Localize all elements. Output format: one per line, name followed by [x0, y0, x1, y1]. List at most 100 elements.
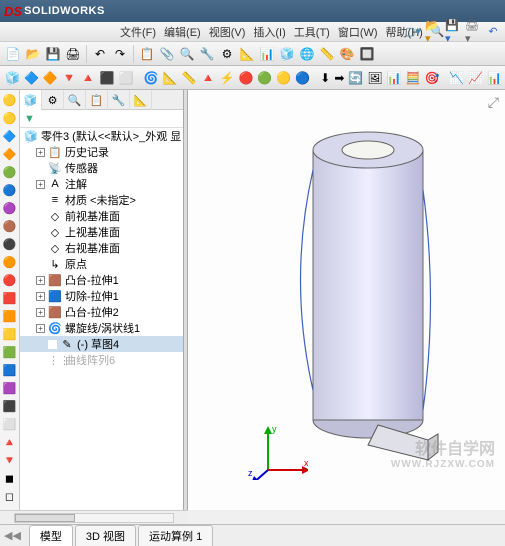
new-icon[interactable]: ▢▾: [405, 24, 421, 40]
tree-item-13[interactable]: ⋮⋮曲线阵列6: [20, 352, 183, 368]
toolbar2-btn-19[interactable]: ➡: [333, 69, 345, 87]
rail-btn-19[interactable]: 🔺: [2, 434, 18, 450]
menu-edit[interactable]: 编辑(E): [164, 24, 201, 40]
menu-file[interactable]: 文件(F): [120, 24, 156, 40]
tree-item-1[interactable]: 📡传感器: [20, 160, 183, 176]
toolbar1-btn-6[interactable]: ↷: [111, 45, 129, 63]
rail-btn-12[interactable]: 🟧: [2, 308, 18, 324]
toolbar1-btn-11[interactable]: 🔧: [198, 45, 216, 63]
toolbar2-btn-14[interactable]: 🟢: [256, 69, 273, 87]
rail-btn-1[interactable]: 🟡: [2, 110, 18, 126]
toolbar1-btn-5[interactable]: ↶: [91, 45, 109, 63]
toolbar1-btn-0[interactable]: 📄: [4, 45, 22, 63]
expand-icon[interactable]: +: [36, 324, 45, 333]
toolbar2-btn-18[interactable]: ⬇: [319, 69, 331, 87]
panel-tab-2[interactable]: 🔍: [64, 90, 86, 110]
tree-item-12[interactable]: ✎(-) 草图4: [20, 336, 183, 352]
rail-btn-22[interactable]: ◻: [2, 488, 18, 504]
panel-tab-3[interactable]: 📋: [86, 90, 108, 110]
tree-item-8[interactable]: +🟫凸台-拉伸1: [20, 272, 183, 288]
tree-item-4[interactable]: ◇前视基准面: [20, 208, 183, 224]
toolbar2-btn-12[interactable]: ⚡: [218, 69, 235, 87]
toolbar1-btn-18[interactable]: 🎨: [338, 45, 356, 63]
menu-view[interactable]: 视图(V): [209, 24, 246, 40]
tree-item-3[interactable]: ≡材质 <未指定>: [20, 192, 183, 208]
expand-icon[interactable]: +: [36, 180, 45, 189]
toolbar2-btn-15[interactable]: 🟡: [275, 69, 292, 87]
scroll-thumb[interactable]: [15, 514, 75, 522]
tree-root[interactable]: 🧊 零件3 (默认<<默认>_外观 显: [20, 128, 183, 144]
panel-tab-5[interactable]: 📐: [130, 90, 152, 110]
toolbar2-btn-26[interactable]: 📉: [448, 69, 465, 87]
toolbar2-btn-20[interactable]: 🔄: [347, 69, 364, 87]
toolbar2-btn-13[interactable]: 🔴: [237, 69, 254, 87]
rail-btn-10[interactable]: 🔴: [2, 272, 18, 288]
panel-tab-0[interactable]: 🧊: [20, 90, 42, 110]
menu-insert[interactable]: 插入(I): [253, 24, 285, 40]
expand-icon[interactable]: +: [36, 292, 45, 301]
rail-btn-13[interactable]: 🟨: [2, 326, 18, 342]
rail-btn-4[interactable]: 🟢: [2, 164, 18, 180]
toolbar1-btn-8[interactable]: 📋: [138, 45, 156, 63]
panel-tab-1[interactable]: ⚙: [42, 90, 64, 110]
rail-btn-15[interactable]: 🟦: [2, 362, 18, 378]
rail-btn-18[interactable]: ⬜: [2, 416, 18, 432]
panel-tab-4[interactable]: 🔧: [108, 90, 130, 110]
toolbar2-btn-27[interactable]: 📈: [467, 69, 484, 87]
rail-btn-3[interactable]: 🔶: [2, 146, 18, 162]
toolbar1-btn-13[interactable]: 📐: [238, 45, 256, 63]
tab-3dview[interactable]: 3D 视图: [75, 525, 136, 546]
tree-item-2[interactable]: +A注解: [20, 176, 183, 192]
tab-nav-prev-icon[interactable]: ◀◀: [4, 529, 21, 542]
tab-motion[interactable]: 运动算例 1: [138, 525, 213, 546]
rail-btn-6[interactable]: 🟣: [2, 200, 18, 216]
expand-icon[interactable]: +: [36, 148, 45, 157]
toolbar2-btn-2[interactable]: 🔶: [42, 69, 59, 87]
rail-btn-7[interactable]: 🟤: [2, 218, 18, 234]
tree-hscroll[interactable]: [0, 510, 188, 524]
undo-icon[interactable]: ↶: [485, 24, 501, 40]
rail-btn-8[interactable]: ⚫: [2, 236, 18, 252]
tree-item-9[interactable]: +🟦切除-拉伸1: [20, 288, 183, 304]
rail-btn-16[interactable]: 🟪: [2, 380, 18, 396]
open-icon[interactable]: 📂▾: [425, 24, 441, 40]
toolbar2-btn-3[interactable]: 🔻: [61, 69, 78, 87]
toolbar2-btn-10[interactable]: 📏: [181, 69, 198, 87]
toolbar1-btn-14[interactable]: 📊: [258, 45, 276, 63]
tree-item-6[interactable]: ◇右视基准面: [20, 240, 183, 256]
toolbar2-btn-28[interactable]: 📊: [486, 69, 503, 87]
toolbar2-btn-8[interactable]: 🌀: [143, 69, 160, 87]
toolbar2-btn-22[interactable]: 📊: [386, 69, 403, 87]
toolbar2-btn-16[interactable]: 🔵: [294, 69, 311, 87]
toolbar1-btn-19[interactable]: 🔲: [358, 45, 376, 63]
toolbar1-btn-12[interactable]: ⚙: [218, 45, 236, 63]
toolbar1-btn-16[interactable]: 🌐: [298, 45, 316, 63]
toolbar1-btn-2[interactable]: 💾: [44, 45, 62, 63]
toolbar2-btn-21[interactable]: 🖼: [366, 69, 383, 87]
toolbar1-btn-1[interactable]: 📂: [24, 45, 42, 63]
tree-item-11[interactable]: +🌀螺旋线/涡状线1: [20, 320, 183, 336]
tab-model[interactable]: 模型: [29, 525, 73, 546]
rail-btn-11[interactable]: 🟥: [2, 290, 18, 306]
toolbar2-btn-5[interactable]: ⬛: [99, 69, 116, 87]
rail-btn-14[interactable]: 🟩: [2, 344, 18, 360]
orientation-triad[interactable]: y x z: [248, 420, 308, 480]
save-icon[interactable]: 💾▾: [445, 24, 461, 40]
rail-btn-5[interactable]: 🔵: [2, 182, 18, 198]
tree-item-10[interactable]: +🟫凸台-拉伸2: [20, 304, 183, 320]
toolbar2-btn-1[interactable]: 🔷: [23, 69, 40, 87]
print-icon[interactable]: 🖨▾: [465, 24, 481, 40]
toolbar1-btn-3[interactable]: 🖨: [64, 45, 82, 63]
rail-btn-20[interactable]: 🔻: [2, 452, 18, 468]
toolbar1-btn-10[interactable]: 🔍: [178, 45, 196, 63]
rail-btn-9[interactable]: 🟠: [2, 254, 18, 270]
expand-icon[interactable]: +: [36, 308, 45, 317]
tree-filter-row[interactable]: ▼: [20, 110, 183, 128]
toolbar1-btn-15[interactable]: 🧊: [278, 45, 296, 63]
tree-item-0[interactable]: +📋历史记录: [20, 144, 183, 160]
tree-item-7[interactable]: ↳原点: [20, 256, 183, 272]
toolbar2-btn-4[interactable]: 🔺: [80, 69, 97, 87]
expand-icon[interactable]: +: [36, 276, 45, 285]
rail-btn-2[interactable]: 🔷: [2, 128, 18, 144]
rail-btn-17[interactable]: ⬛: [2, 398, 18, 414]
